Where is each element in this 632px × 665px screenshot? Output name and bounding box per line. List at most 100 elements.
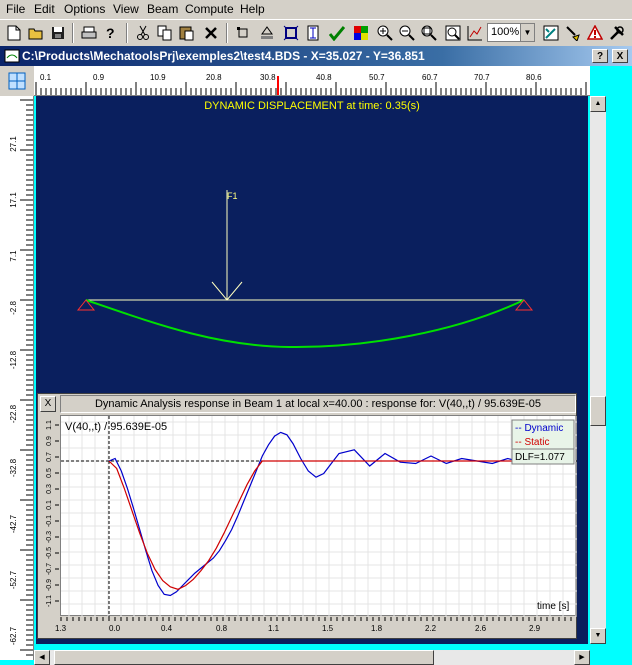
hruler-label: 0.9	[93, 73, 105, 82]
material-icon[interactable]	[350, 22, 372, 44]
menu-help[interactable]: Help	[240, 2, 265, 16]
copy-icon[interactable]	[154, 22, 176, 44]
cut-icon[interactable]	[132, 22, 154, 44]
warning-icon[interactable]	[584, 22, 606, 44]
menu-view[interactable]: View	[113, 2, 139, 16]
window-title: C:\Products\MechatoolsPrj\exemples2\test…	[22, 49, 425, 63]
hruler-label: 60.7	[422, 73, 438, 82]
section-icon[interactable]	[302, 22, 324, 44]
x-tick-label: 2.9	[529, 624, 541, 633]
grid-icon	[8, 72, 26, 90]
plot-label: V(40,,t) / 95.639E-05	[65, 421, 167, 433]
response-x-axis: 1.3 0.0 0.4 0.8 1.1 1.5 1.8 2.2 2.6 2.9	[39, 617, 576, 637]
vruler-label: 17.1	[9, 192, 18, 208]
save-icon[interactable]	[47, 22, 69, 44]
menu-compute[interactable]: Compute	[185, 2, 234, 16]
series-dynamic	[108, 431, 570, 597]
vruler-label: -2.8	[9, 301, 18, 315]
toolbar-separator	[72, 23, 74, 43]
response-plot-area[interactable]: V(40,,t) / 95.639E-05 -- Dynamic -- Static…	[60, 415, 577, 617]
vruler-label: -42.7	[9, 514, 18, 533]
hruler-label: 70.7	[474, 73, 490, 82]
element-icon[interactable]	[280, 22, 302, 44]
hruler-label: 0.1	[40, 73, 52, 82]
response-window[interactable]: X Dynamic Analysis response in Beam 1 at…	[37, 393, 577, 639]
x-tick-label: 0.0	[109, 624, 121, 633]
scroll-up-button[interactable]: ▲	[590, 96, 606, 112]
legend-dlf: DLF=1.077	[515, 452, 565, 463]
y-tick-label: 0.9	[46, 436, 53, 446]
ruler-corner-button[interactable]	[0, 66, 34, 96]
support-icon[interactable]	[256, 22, 278, 44]
y-tick-label: -0.1	[46, 515, 53, 527]
svg-text:?: ?	[106, 25, 115, 41]
node-icon[interactable]	[232, 22, 254, 44]
x-tick-label: 0.4	[161, 624, 173, 633]
vruler-label: 7.1	[9, 250, 18, 262]
vruler-label: 27.1	[9, 136, 18, 152]
vertical-scrollbar[interactable]: ▲ ▼	[590, 96, 606, 644]
hruler-label: 20.8	[206, 73, 222, 82]
legend: -- Dynamic -- Static DLF=1.077	[511, 419, 575, 465]
zoom-out-icon[interactable]	[396, 22, 418, 44]
response-close-button[interactable]: X	[40, 396, 56, 412]
scroll-right-button[interactable]: ▶	[574, 650, 590, 665]
y-tick-label: 0.5	[46, 468, 53, 478]
load-label: F1	[227, 191, 238, 201]
vertical-ruler-ticks: 27.1 17.1 7.1 -2.8 -12.8 -22.8 -32.8 -42.7 -52.7…	[9, 99, 33, 656]
response-y-axis: 1.1 0.9 0.7 0.5 0.3 0.1 -0.1 -0.3 -0.5 -0.7 -0.9 -1…	[39, 415, 59, 616]
scroll-down-button[interactable]: ▼	[590, 628, 606, 644]
x-tick-label: 2.6	[475, 624, 487, 633]
vruler-label: -32.8	[9, 458, 18, 477]
new-icon[interactable]	[3, 22, 25, 44]
horizontal-scrollbar[interactable]: ◀ ▶	[34, 650, 590, 665]
open-icon[interactable]	[25, 22, 47, 44]
menu-edit[interactable]: Edit	[34, 2, 55, 16]
y-tick-label: 1.1	[46, 420, 53, 430]
menu-file[interactable]: File	[6, 2, 25, 16]
chevron-down-icon: ▼	[520, 24, 534, 41]
response-title: Dynamic Analysis response in Beam 1 at l…	[60, 395, 576, 413]
legend-static: -- Static	[515, 437, 549, 448]
hruler-label: 50.7	[369, 73, 385, 82]
graph-icon[interactable]	[464, 22, 486, 44]
tools-icon[interactable]	[606, 22, 628, 44]
y-tick-label: -1.1	[46, 595, 53, 607]
vruler-label: -12.8	[9, 350, 18, 369]
y-tick-label: 0.1	[46, 500, 53, 510]
load-icon[interactable]	[562, 22, 584, 44]
y-tick-label: -0.7	[46, 563, 53, 575]
zoom-window-icon[interactable]	[442, 22, 464, 44]
x-axis-label: time [s]	[537, 601, 569, 612]
zoom-in-icon[interactable]	[374, 22, 396, 44]
print-icon[interactable]	[78, 22, 100, 44]
menu-beam[interactable]: Beam	[147, 2, 178, 16]
pointer-icon[interactable]	[540, 22, 562, 44]
document-title-bar: C:\Products\MechatoolsPrj\exemples2\test…	[0, 46, 632, 66]
series-static	[108, 460, 569, 590]
document-icon	[4, 49, 20, 63]
help-button[interactable]: ?	[592, 49, 608, 63]
zoom-select[interactable]: 100% ▼	[487, 23, 535, 42]
horizontal-ruler: 0.1 0.9 10.9 20.8 30.8 40.8 50.7 60.7 70.7 80.6	[34, 66, 590, 96]
hruler-label: 40.8	[316, 73, 332, 82]
help-icon[interactable]: ?	[100, 22, 122, 44]
x-tick-label: 1.5	[322, 624, 334, 633]
scroll-left-button[interactable]: ◀	[34, 650, 50, 665]
horizontal-ruler-ticks: 0.1 0.9 10.9 20.8 30.8 40.8 50.7 60.7 70.7 80.6	[35, 73, 587, 95]
close-button[interactable]: X	[612, 49, 628, 63]
x-tick-label: 0.8	[216, 624, 228, 633]
y-tick-label: -0.9	[46, 579, 53, 591]
zoom-fit-icon[interactable]	[418, 22, 440, 44]
paste-icon[interactable]	[176, 22, 198, 44]
zoom-value: 100%	[491, 26, 520, 38]
menu-options[interactable]: Options	[64, 2, 105, 16]
x-tick-label: 1.1	[268, 624, 280, 633]
delete-icon[interactable]	[200, 22, 222, 44]
vertical-scroll-thumb[interactable]	[590, 396, 606, 426]
hruler-label: 10.9	[150, 73, 166, 82]
horizontal-scroll-thumb[interactable]	[54, 650, 434, 665]
check-icon[interactable]	[326, 22, 348, 44]
deflection-curve	[85, 299, 525, 349]
vruler-label: -62.7	[9, 626, 18, 645]
